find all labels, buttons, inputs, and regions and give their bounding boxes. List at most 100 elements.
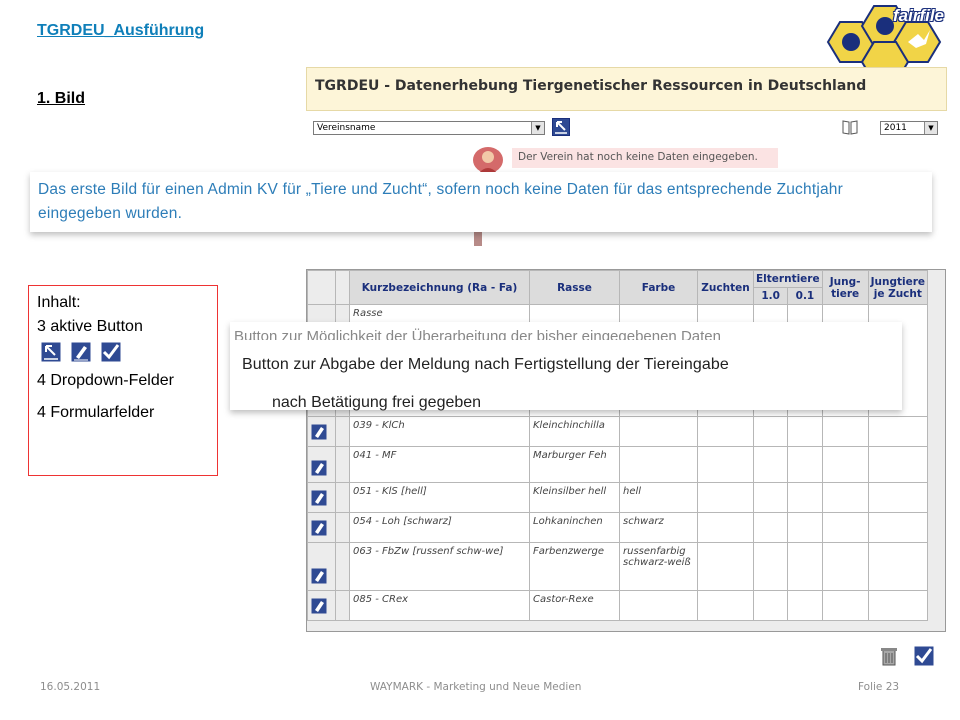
table-row: 063 - FbZw [russenf schw-we] Farbenzwerg… <box>307 542 929 591</box>
verein-select[interactable]: Vereinsname ▼ <box>313 121 545 135</box>
col-eltern-0-1: 0.1 <box>787 287 823 305</box>
year-select-value: 2011 <box>884 123 907 133</box>
blank-cell <box>335 482 350 513</box>
logo-text: fairfile <box>893 6 945 25</box>
icon-col-header <box>307 270 336 305</box>
cell-jung <box>821 590 869 621</box>
inhalt-dropdowns: 4 Dropdown-Felder <box>37 372 174 389</box>
edit-pen-icon[interactable] <box>311 424 327 440</box>
cell-jungz <box>867 512 929 543</box>
cell-e01 <box>787 416 823 447</box>
cell-kurz: 051 - KlS [hell] <box>349 482 530 513</box>
inhalt-icon-row <box>41 341 209 363</box>
edit-pen-icon[interactable] <box>311 598 327 614</box>
table-row-icon-cell <box>307 512 336 543</box>
blank-col-header <box>335 270 350 305</box>
inhalt-fields: 4 Formularfelder <box>37 404 155 421</box>
cell-e10 <box>752 542 789 591</box>
submit-checkmark-icon[interactable] <box>914 646 934 666</box>
cell-kurz: 041 - MF <box>349 446 530 483</box>
back-arrow-icon <box>41 342 61 362</box>
col-elterntiere: Elterntiere <box>753 270 823 288</box>
back-arrow-icon[interactable] <box>552 118 570 136</box>
year-select[interactable]: 2011 ▼ <box>880 121 938 135</box>
cell-farbe: schwarz <box>619 512 698 543</box>
cell-e01 <box>787 446 823 483</box>
col-jungtiere: Jung-tiere <box>821 270 869 305</box>
title-link[interactable]: TGRDEU_Ausführung <box>37 22 204 40</box>
blank-cell <box>335 542 350 591</box>
cell-farbe <box>619 446 698 483</box>
table-row-icon-cell <box>307 542 336 591</box>
col-rasse: Rasse <box>529 270 620 305</box>
cell-jung <box>821 482 869 513</box>
table-row: 039 - KlCh Kleinchinchilla <box>307 416 929 447</box>
cell-rasse: Kleinsilber hell <box>529 482 620 513</box>
footer-page: Folie 23 <box>858 681 900 693</box>
book-icon[interactable] <box>841 118 859 136</box>
trash-icon[interactable] <box>880 646 898 666</box>
callout-ghost-text: Button zur Möglichkeit der Überarbeitung… <box>234 328 721 340</box>
cell-e01 <box>787 482 823 513</box>
cell-jung <box>821 446 869 483</box>
avatar-icon <box>473 147 503 174</box>
callout-line-2: nach Betätigung frei gegeben <box>272 394 482 411</box>
table-row-icon-cell <box>307 590 336 621</box>
cell-rasse: Kleinchinchilla <box>529 416 620 447</box>
col-eltern-1-0: 1.0 <box>752 287 789 305</box>
chevron-down-icon[interactable]: ▼ <box>531 122 544 134</box>
inhalt-box: Inhalt: 3 aktive Button 4 Dropdown-Felde… <box>28 285 218 476</box>
cell-zuchten <box>697 590 754 621</box>
cell-e10 <box>752 446 789 483</box>
cell-jungz <box>867 446 929 483</box>
footer-date: 16.05.2011 <box>40 681 101 693</box>
blank-cell <box>335 590 350 621</box>
inhalt-buttons: 3 aktive Button <box>37 318 143 335</box>
cell-zuchten <box>697 542 754 591</box>
table-row: 041 - MF Marburger Feh <box>307 446 929 483</box>
checkmark-icon <box>101 342 121 362</box>
col-zuchten: Zuchten <box>697 270 754 305</box>
no-data-message: Der Verein hat noch keine Daten eingegeb… <box>512 148 778 168</box>
edit-pen-icon[interactable] <box>311 490 327 506</box>
cell-jungz <box>867 542 929 591</box>
cell-e01 <box>787 590 823 621</box>
chevron-down-icon[interactable]: ▼ <box>924 122 937 134</box>
cell-zuchten <box>697 482 754 513</box>
app-header: TGRDEU - Datenerhebung Tiergenetischer R… <box>306 67 947 111</box>
blank-cell <box>335 446 350 483</box>
table-row: 054 - Loh [schwarz] Lohkaninchen schwarz <box>307 512 929 543</box>
cell-kurz: 063 - FbZw [russenf schw-we] <box>349 542 530 591</box>
button-callout: Button zur Möglichkeit der Überarbeitung… <box>230 322 902 411</box>
subtitle: 1. Bild <box>37 90 86 107</box>
app-title: TGRDEU - Datenerhebung Tiergenetischer R… <box>315 78 867 94</box>
cell-jung <box>821 512 869 543</box>
cell-farbe: russenfarbig schwarz-weiß <box>619 542 698 591</box>
verein-select-value: Vereinsname <box>317 123 376 133</box>
blank-cell <box>335 416 350 447</box>
edit-pen-icon[interactable] <box>311 568 327 584</box>
cell-kurz: 054 - Loh [schwarz] <box>349 512 530 543</box>
edit-pen-icon <box>71 342 91 362</box>
cell-kurz: 039 - KlCh <box>349 416 530 447</box>
cell-e10 <box>752 512 789 543</box>
cell-e01 <box>787 542 823 591</box>
cell-e10 <box>752 416 789 447</box>
cell-rasse: Lohkaninchen <box>529 512 620 543</box>
cell-zuchten <box>697 512 754 543</box>
cell-jungz <box>867 482 929 513</box>
blank-cell <box>335 512 350 543</box>
edit-pen-icon[interactable] <box>311 460 327 476</box>
cell-farbe <box>619 416 698 447</box>
description-callout: Das erste Bild für einen Admin KV für „T… <box>30 172 932 232</box>
table-row: 085 - CRex Castor-Rexe <box>307 590 929 621</box>
cell-kurz: 085 - CRex <box>349 590 530 621</box>
table-row-icon-cell <box>307 446 336 483</box>
table-row-icon-cell <box>307 482 336 513</box>
edit-pen-icon[interactable] <box>311 520 327 536</box>
cell-jung <box>821 542 869 591</box>
cell-jungz <box>867 590 929 621</box>
cell-rasse: Castor-Rexe <box>529 590 620 621</box>
cell-zuchten <box>697 446 754 483</box>
callout-line-1: Button zur Abgabe der Meldung nach Ferti… <box>242 356 729 373</box>
